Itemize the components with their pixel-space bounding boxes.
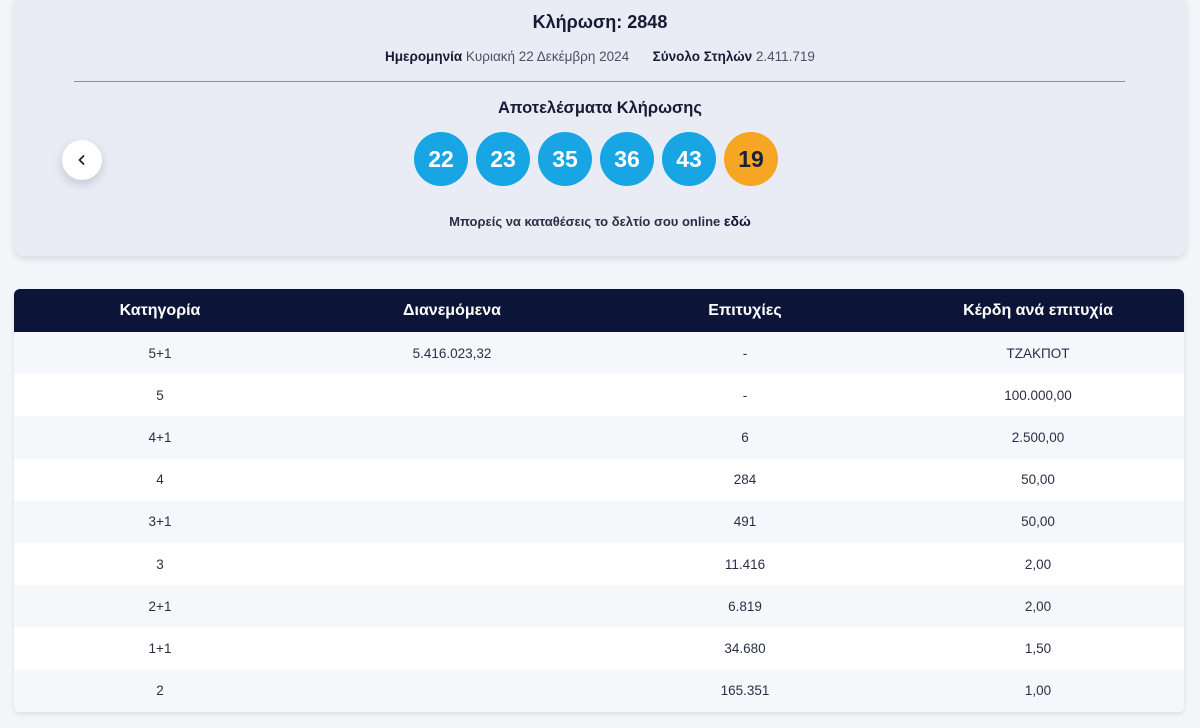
table-row: 2+1 6.819 2,00 <box>14 585 1184 628</box>
cell-winners: 491 <box>733 514 757 530</box>
cell-winners: - <box>742 387 748 403</box>
cell-prize: ΤΖΑΚΠΟΤ <box>1006 345 1070 361</box>
cell-category: 4+1 <box>148 429 172 445</box>
number-ball: 22 <box>414 132 468 186</box>
table-row: 3+1 491 50,00 <box>14 500 1184 543</box>
cell-category: 2+1 <box>148 598 172 614</box>
cell-category: 5 <box>156 387 164 403</box>
cell-category: 5+1 <box>148 345 172 361</box>
header-category: Κατηγορία <box>119 301 201 319</box>
table-row: 5+1 5.416.023,32 - ΤΖΑΚΠΟΤ <box>14 332 1184 375</box>
cell-category: 3+1 <box>148 514 172 530</box>
table-row: 1+1 34.680 1,50 <box>14 627 1184 670</box>
cell-prize: 50,00 <box>1021 514 1055 530</box>
cell-winners: 6.819 <box>728 598 762 614</box>
results-label: Αποτελέσματα Κλήρωσης <box>498 99 702 117</box>
cell-category: 1+1 <box>148 640 172 656</box>
draw-card: Κλήρωση: 2848 Ημερομηνία Κυριακή 22 Δεκέ… <box>14 0 1186 256</box>
cell-distributed: 5.416.023,32 <box>412 345 492 361</box>
cell-prize: 1,50 <box>1024 640 1052 656</box>
online-note: Μπορείς να καταθέσεις το δελτίο σου onli… <box>14 213 1186 229</box>
cell-winners: 165.351 <box>720 683 770 699</box>
draw-title: Κλήρωση: 2848 <box>532 12 668 32</box>
cell-winners: 6 <box>741 429 749 445</box>
cell-prize: 2,00 <box>1024 598 1052 614</box>
cell-winners: - <box>742 345 748 361</box>
number-ball: 36 <box>600 132 654 186</box>
cell-prize: 1,00 <box>1024 683 1052 699</box>
cell-prize: 50,00 <box>1021 472 1055 488</box>
header-distributed: Διανεμόμενα <box>403 301 501 319</box>
number-ball: 23 <box>476 132 530 186</box>
previous-draw-button[interactable] <box>62 140 102 180</box>
cell-winners: 34.680 <box>724 640 766 656</box>
online-text: Μπορείς να καταθέσεις το δελτίο σου onli… <box>449 214 721 229</box>
joker-ball: 19 <box>724 132 778 186</box>
table-header: Κατηγορία Διανεμόμενα Επιτυχίες Κέρδη αν… <box>14 289 1184 332</box>
cell-winners: 11.416 <box>724 556 766 572</box>
header-prize-per-winner: Κέρδη ανά επιτυχία <box>963 301 1113 319</box>
table-row: 3 11.416 2,00 <box>14 542 1184 586</box>
cell-prize: 2,00 <box>1024 556 1052 572</box>
cell-prize: 100.000,00 <box>1004 387 1072 403</box>
date-label: Ημερομηνία <box>385 49 463 64</box>
cell-category: 3 <box>156 556 164 572</box>
table-row: 2 165.351 1,00 <box>14 669 1184 712</box>
cell-winners: 284 <box>733 472 757 488</box>
table-row: 4+1 6 2.500,00 <box>14 416 1184 459</box>
cell-category: 2 <box>156 683 164 699</box>
number-ball: 43 <box>662 132 716 186</box>
divider <box>74 81 1125 82</box>
online-link[interactable]: εδώ <box>724 213 751 229</box>
cell-prize: 2.500,00 <box>1011 429 1065 445</box>
chevron-left-icon <box>76 154 88 166</box>
columns-value: 2.411.719 <box>755 49 815 64</box>
winning-numbers: 22 23 35 36 43 19 <box>414 132 778 186</box>
table-body: 5+1 5.416.023,32 - ΤΖΑΚΠΟΤ 5 - 100.000,00 4+1 6 2… <box>14 332 1184 712</box>
table-row: 5 - 100.000,00 <box>14 374 1184 417</box>
prize-table: Κατηγορία Διανεμόμενα Επιτυχίες Κέρδη αν… <box>14 289 1184 712</box>
table-row: 4 284 50,00 <box>14 458 1184 501</box>
date-value: Κυριακή 22 Δεκέμβρη 2024 <box>465 49 630 64</box>
cell-category: 4 <box>156 472 164 488</box>
columns-label: Σύνολο Στηλών <box>652 49 753 64</box>
header-winners: Επιτυχίες <box>708 301 782 319</box>
draw-meta: Ημερομηνία Κυριακή 22 Δεκέμβρη 2024 Σύνο… <box>14 49 1186 64</box>
number-ball: 35 <box>538 132 592 186</box>
